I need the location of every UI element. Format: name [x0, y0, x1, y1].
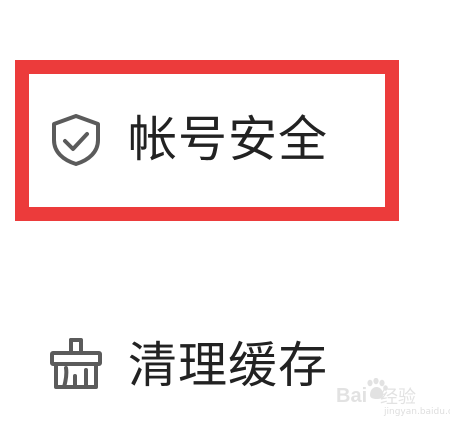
watermark-sub: 经验 — [380, 387, 416, 408]
watermark-brand: Bai — [336, 385, 368, 407]
menu-item-account-security[interactable]: 帐号安全 — [0, 84, 450, 204]
broom-icon — [50, 338, 102, 389]
menu-item-label: 清理缓存 — [128, 337, 329, 394]
watermark: Bai 经验 jingyan.baidu.com — [336, 378, 450, 420]
watermark-domain: jingyan.baidu.com — [384, 407, 450, 417]
menu-item-label: 帐号安全 — [128, 111, 329, 168]
settings-menu: 帐号安全 清理缓存 — [0, 0, 450, 431]
shield-check-icon — [52, 114, 100, 166]
